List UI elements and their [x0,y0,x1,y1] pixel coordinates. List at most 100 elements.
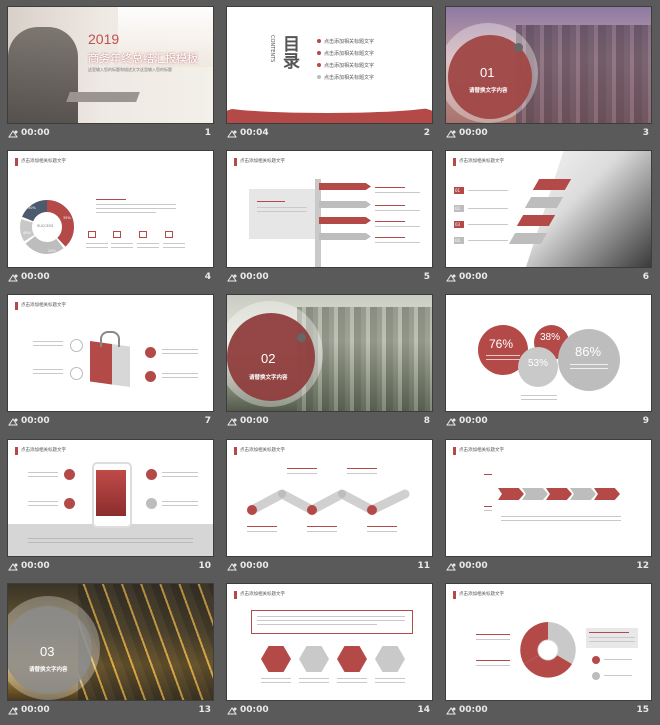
transition-star-icon [446,130,456,138]
slide-header: 点击添加相关标题文字 [459,159,504,164]
header-bar [453,591,456,599]
hexagon [299,646,329,672]
slide-meta: 00:00 11 [227,561,432,575]
zigzag-timeline [247,489,410,515]
header-bar [15,302,18,310]
circle-icon [146,469,157,480]
slide-thumbnail[interactable]: 点击添加相关标题文字 [7,294,214,412]
slide-timing: 00:00 [21,272,50,282]
transition-star-icon [8,130,18,138]
section-number: 03 [40,644,55,659]
shopping-bag [90,341,130,387]
slide-number: 5 [423,272,430,282]
slide-thumbnail[interactable]: 点击添加相关标题文字 01 02 03 04 [445,150,652,268]
laptop [66,92,140,102]
photo-silhouette [8,27,78,123]
slide-thumbnail[interactable]: 02 请替换文字内容 [226,294,433,412]
slide-number: 12 [636,561,649,571]
step-num: 01 [455,188,461,193]
slide-thumbnail[interactable]: 76% 38% 53% 86% [445,294,652,412]
arrow-step [570,488,596,500]
transition-star-icon [446,418,456,426]
slide-meta: 00:00 9 [446,416,651,430]
left-gray-panel [249,189,315,239]
slide-meta: 00:04 2 [227,128,432,142]
slide-timing: 00:00 [459,416,488,426]
slide-thumbnail[interactable]: 点击添加相关标题文字 SUCCESS 35% 25% 40% 30% [7,150,214,268]
transition-star-icon [8,274,18,282]
slide-timing: 00:00 [459,272,488,282]
slide-number: 2 [423,128,430,138]
slide-header: 点击添加相关标题文字 [240,159,285,164]
parallelogram [508,233,548,244]
slide-timing: 00:00 [240,705,269,715]
slide-timing: 00:00 [459,561,488,571]
header-bar [234,447,237,455]
slide-thumbnail[interactable]: 点击添加相关标题文字 [226,439,433,557]
slide-meta: 00:00 12 [446,561,651,575]
arrow-step [594,488,620,500]
slide-number: 3 [642,128,649,138]
right-gray-panel [586,628,638,648]
transition-star-icon [8,563,18,571]
stat-value: 53% [528,358,549,369]
transition-star-icon [8,707,18,715]
slide-header: 点击添加相关标题文字 [459,592,504,597]
circle-icon [592,656,600,664]
donut-pct: 25% [48,249,56,253]
slide-meta: 00:00 8 [227,416,432,430]
circle-icon [592,672,600,680]
slide-number: 7 [204,416,211,426]
toc-item: 点击添加相关标题文字 [324,75,375,81]
slide-thumbnail[interactable]: 01 请替换文字内容 [445,6,652,124]
slide-timing: 00:00 [21,561,50,571]
slide-thumbnail[interactable]: 03 请替换文字内容 [7,583,214,701]
pie-chart [520,622,576,678]
bottom-wave-white [227,93,432,113]
sign-board [319,233,371,240]
circle-icon [64,498,75,509]
slide-meta: 00:00 1 [8,128,213,142]
slide-thumbnail[interactable]: 点击添加相关标题文字 [7,439,214,557]
transition-star-icon [446,274,456,282]
slide-header: 点击添加相关标题文字 [240,448,285,453]
slide-timing: 00:04 [240,128,269,138]
circle-icon [146,498,157,509]
transition-star-icon [8,418,18,426]
slide-thumbnail[interactable]: 点击添加相关标题文字 [445,583,652,701]
slide-subtitle: 这里输入您的标题和描述文字这里输入您的标题 [88,67,172,72]
header-bar [453,158,456,166]
toc-heading-en: CONTENTS [269,35,275,63]
slide-meta: 00:00 4 [8,272,213,286]
hexagon [375,646,405,672]
bag-handle [100,331,120,347]
toc-heading: 目录 [279,35,299,69]
slide-thumbnail[interactable]: 点击添加相关标题文字 [445,439,652,557]
slide-number: 6 [642,272,649,282]
stat-circle [558,329,620,391]
sign-board [319,201,371,208]
parallelogram [516,215,556,226]
slide-thumbnail[interactable]: 目录 CONTENTS 点击添加相关标题文字 点击添加相关标题文字 点击添加相关… [226,6,433,124]
arrow-step [546,488,572,500]
slide-number: 13 [198,705,211,715]
slide-meta: 00:00 10 [8,561,213,575]
slide-timing: 00:00 [459,705,488,715]
section-title: 请替换文字内容 [29,667,68,673]
slide-thumbnail[interactable]: 2019 商务年终总结汇报模板 这里输入您的标题和描述文字这里输入您的标题 [7,6,214,124]
slide-thumbnail[interactable]: 点击添加相关标题文字 [226,583,433,701]
parallelogram [532,179,572,190]
section-icon [297,333,306,342]
toc-item: 点击添加相关标题文字 [324,51,375,57]
section-title: 请替换文字内容 [249,375,288,381]
sign-board [319,183,371,190]
slide-thumbnail[interactable]: 点击添加相关标题文字 [226,150,433,268]
slide-header: 点击添加相关标题文字 [21,303,66,308]
header-bar [234,591,237,599]
sign-board [319,217,371,224]
hexagon [337,646,367,672]
text-frame [251,610,413,634]
slide-title: 商务年终总结汇报模板 [88,52,198,65]
slide-timing: 00:00 [459,128,488,138]
slide-number: 9 [642,416,649,426]
